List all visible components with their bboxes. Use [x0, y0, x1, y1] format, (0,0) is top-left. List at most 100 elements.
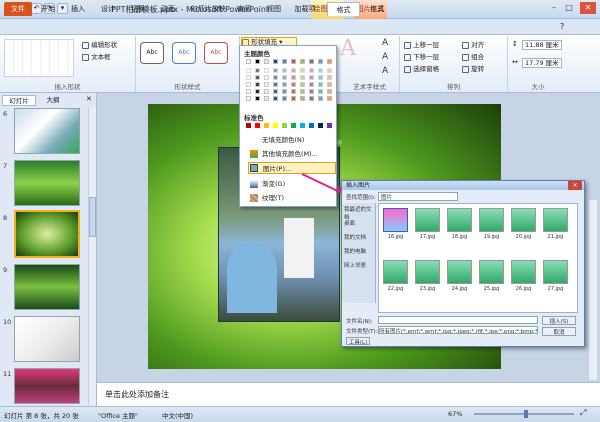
tab-design[interactable]: 设计 [98, 2, 118, 16]
height-field[interactable]: 11.88 厘米 [522, 40, 562, 50]
theme-color-swatch[interactable] [318, 75, 323, 80]
theme-color-swatch[interactable] [264, 82, 269, 87]
standard-color-swatch[interactable] [291, 123, 296, 128]
theme-color-swatch[interactable] [273, 75, 278, 80]
standard-color-swatch[interactable] [264, 123, 269, 128]
more-fill-colors-item[interactable]: 其他填充颜色(M)... [248, 148, 336, 160]
slide-panel-scrollbar[interactable] [88, 107, 96, 405]
theme-color-swatch[interactable] [318, 96, 323, 101]
standard-color-swatch[interactable] [327, 123, 332, 128]
scrollbar-thumb[interactable] [89, 197, 96, 237]
insert-button[interactable]: 插入(S) [542, 316, 576, 325]
tab-review[interactable]: 审阅 [234, 2, 254, 16]
theme-color-swatch[interactable] [309, 59, 314, 64]
tab-insert[interactable]: 插入 [68, 2, 88, 16]
slide-thumbnail-6[interactable] [14, 108, 80, 154]
standard-color-swatch[interactable] [309, 123, 314, 128]
place-computer[interactable]: 我的电脑 [344, 247, 366, 255]
tools-button[interactable]: 工具(L) [346, 337, 370, 346]
file-thumbnail[interactable] [511, 260, 536, 284]
file-thumbnail[interactable] [543, 260, 568, 284]
place-documents[interactable]: 我的文档 [344, 233, 366, 241]
standard-color-swatch[interactable] [318, 123, 323, 128]
zoom-slider[interactable] [474, 410, 574, 418]
customize-qat-icon[interactable]: ▾ [57, 3, 68, 14]
place-desktop[interactable]: 桌面 [344, 219, 355, 227]
theme-color-swatch[interactable] [282, 59, 287, 64]
theme-color-swatch[interactable] [273, 68, 278, 73]
file-thumbnail[interactable] [543, 208, 568, 232]
standard-color-swatch[interactable] [282, 123, 287, 128]
theme-color-swatch[interactable] [309, 75, 314, 80]
minimize-icon[interactable]: – [548, 2, 560, 14]
rotate-handle[interactable] [337, 140, 342, 145]
tab-slides[interactable]: 幻灯片 [2, 95, 36, 106]
theme-color-swatch[interactable] [300, 89, 305, 94]
slide-thumbnail-7[interactable] [14, 160, 80, 206]
theme-color-swatch[interactable] [255, 75, 260, 80]
theme-color-swatch[interactable] [264, 96, 269, 101]
theme-color-swatch[interactable] [282, 96, 287, 101]
theme-color-swatch[interactable] [291, 96, 296, 101]
slide-thumbnail-8-selected[interactable] [14, 210, 80, 258]
slide-thumbnail-11[interactable] [14, 368, 80, 404]
theme-color-swatch[interactable] [318, 82, 323, 87]
align-button[interactable]: 对齐 [462, 39, 484, 49]
theme-color-swatch[interactable] [327, 59, 332, 64]
text-outline-icon[interactable]: A [382, 52, 388, 62]
theme-color-swatch[interactable] [327, 68, 332, 73]
width-field[interactable]: 17.79 厘米 [522, 58, 562, 68]
file-thumbnail[interactable] [447, 260, 472, 284]
theme-color-swatch[interactable] [255, 89, 260, 94]
filename-input[interactable] [378, 316, 538, 324]
theme-color-swatch[interactable] [300, 96, 305, 101]
wordart-gallery-icon[interactable]: A [340, 36, 356, 61]
theme-color-swatch[interactable] [246, 75, 251, 80]
theme-color-swatch[interactable] [327, 96, 332, 101]
slide-thumbnail-10[interactable] [14, 316, 80, 362]
tab-view[interactable]: 视图 [264, 2, 284, 16]
theme-color-swatch[interactable] [264, 68, 269, 73]
theme-color-swatch[interactable] [318, 68, 323, 73]
theme-color-swatch[interactable] [291, 68, 296, 73]
text-fill-icon[interactable]: A [382, 38, 388, 48]
shape-style-1[interactable]: Abc [140, 42, 164, 64]
text-effects-icon[interactable]: A [382, 66, 388, 76]
tab-addins[interactable]: 加载项 [290, 2, 320, 16]
theme-color-swatch[interactable] [273, 82, 278, 87]
theme-color-swatch[interactable] [309, 89, 314, 94]
file-thumbnail[interactable] [383, 208, 408, 232]
file-thumbnail[interactable] [383, 260, 408, 284]
file-thumbnail[interactable] [511, 208, 536, 232]
tab-slideshow[interactable]: 幻灯片放映 [188, 2, 228, 16]
theme-color-swatch[interactable] [309, 96, 314, 101]
standard-color-swatch[interactable] [300, 123, 305, 128]
theme-color-swatch[interactable] [246, 82, 251, 87]
theme-color-swatch[interactable] [246, 89, 251, 94]
shape-style-3[interactable]: Abc [204, 42, 228, 64]
tab-outline[interactable]: 大纲 [38, 95, 68, 106]
theme-color-swatch[interactable] [291, 75, 296, 80]
slide-thumbnail-9[interactable] [14, 264, 80, 310]
cancel-button[interactable]: 取消 [542, 327, 576, 336]
theme-color-swatch[interactable] [309, 68, 314, 73]
notes-pane[interactable]: 单击此处添加备注 [97, 382, 600, 406]
tab-transitions[interactable]: 切换 [128, 2, 148, 16]
maximize-icon[interactable]: □ [563, 2, 575, 14]
theme-color-swatch[interactable] [300, 68, 305, 73]
group-button[interactable]: 组合 [462, 51, 484, 61]
language[interactable]: 中文(中国) [162, 410, 193, 420]
file-thumbnail[interactable] [447, 208, 472, 232]
theme-color-swatch[interactable] [273, 96, 278, 101]
theme-color-swatch[interactable] [255, 59, 260, 64]
standard-color-swatch[interactable] [255, 123, 260, 128]
tab-animations[interactable]: 动画 [158, 2, 178, 16]
theme-color-swatch[interactable] [246, 68, 251, 73]
shape-style-2[interactable]: Abc [172, 42, 196, 64]
close-panel-icon[interactable]: ✕ [86, 95, 92, 103]
theme-color-swatch[interactable] [291, 59, 296, 64]
tab-format-drawing[interactable]: 格式 [327, 2, 360, 16]
theme-color-swatch[interactable] [246, 96, 251, 101]
theme-color-swatch[interactable] [282, 89, 287, 94]
theme-color-swatch[interactable] [273, 89, 278, 94]
